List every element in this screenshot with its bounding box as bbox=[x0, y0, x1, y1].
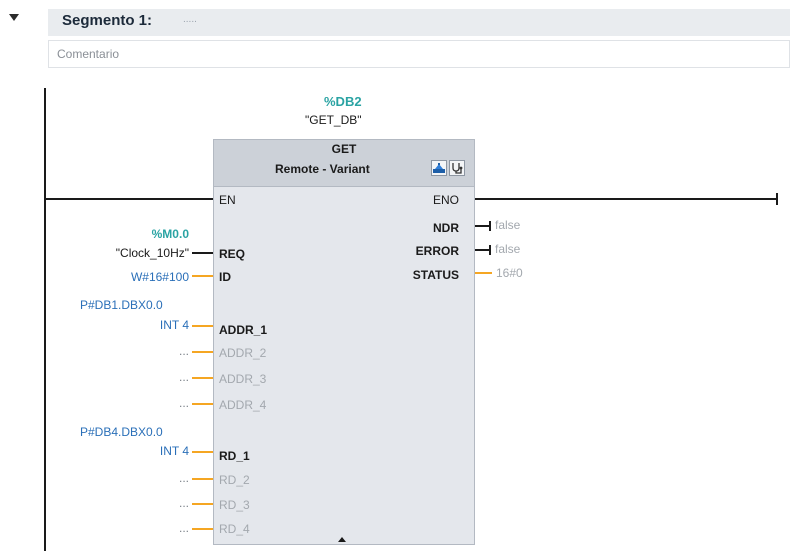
comment-field[interactable] bbox=[48, 40, 790, 68]
instance-db-name[interactable]: "GET_DB" bbox=[305, 113, 362, 127]
config-icon[interactable] bbox=[431, 160, 447, 176]
comment-placeholder: Comentario bbox=[57, 47, 120, 61]
segment-title: Segmento 1: bbox=[62, 12, 153, 29]
error-value[interactable]: false bbox=[495, 242, 520, 256]
error-connector-end bbox=[489, 245, 491, 255]
pin-addr-2[interactable]: ADDR_2 bbox=[219, 346, 266, 360]
pin-eno[interactable]: ENO bbox=[359, 193, 459, 207]
rd-2-operand[interactable]: ... bbox=[150, 471, 189, 485]
addr-4-operand[interactable]: ... bbox=[150, 396, 189, 410]
diagnostics-icon[interactable] bbox=[449, 160, 465, 176]
pin-en[interactable]: EN bbox=[219, 193, 236, 207]
ndr-connector-end bbox=[489, 221, 491, 231]
pin-addr-4[interactable]: ADDR_4 bbox=[219, 398, 266, 412]
right-coil-mark bbox=[776, 193, 778, 205]
eno-wire bbox=[475, 198, 777, 200]
en-wire bbox=[44, 198, 214, 200]
rd-1-pointer[interactable]: P#DB4.DBX0.0 bbox=[80, 425, 163, 439]
block-title: GET bbox=[331, 142, 357, 156]
rd-3-operand[interactable]: ... bbox=[150, 496, 189, 510]
instance-db-address[interactable]: %DB2 bbox=[324, 94, 362, 109]
pin-req[interactable]: REQ bbox=[219, 247, 245, 261]
id-operand[interactable]: W#16#100 bbox=[60, 270, 189, 284]
addr-1-pointer[interactable]: P#DB1.DBX0.0 bbox=[80, 298, 163, 312]
req-operand-name[interactable]: "Clock_10Hz" bbox=[60, 246, 189, 260]
pin-addr-3[interactable]: ADDR_3 bbox=[219, 372, 266, 386]
id-connector bbox=[192, 275, 213, 277]
ndr-value[interactable]: false bbox=[495, 218, 520, 232]
status-connector bbox=[475, 272, 492, 274]
addr-1-connector bbox=[192, 325, 213, 327]
req-operand-address[interactable]: %M0.0 bbox=[100, 227, 189, 241]
block-variant: Remote - Variant bbox=[275, 162, 370, 176]
rd-1-type[interactable]: INT 4 bbox=[100, 444, 189, 458]
rd-2-connector bbox=[192, 478, 213, 480]
pin-error[interactable]: ERROR bbox=[359, 244, 459, 258]
pin-addr-1[interactable]: ADDR_1 bbox=[219, 323, 267, 337]
addr-2-operand[interactable]: ... bbox=[150, 344, 189, 358]
pin-rd-2[interactable]: RD_2 bbox=[219, 473, 250, 487]
pin-rd-1[interactable]: RD_1 bbox=[219, 449, 250, 463]
pin-rd-4[interactable]: RD_4 bbox=[219, 522, 250, 536]
addr-4-connector bbox=[192, 403, 213, 405]
pin-rd-3[interactable]: RD_3 bbox=[219, 498, 250, 512]
addr-1-type[interactable]: INT 4 bbox=[100, 318, 189, 332]
pin-status[interactable]: STATUS bbox=[359, 268, 459, 282]
rd-3-connector bbox=[192, 503, 213, 505]
segment-title-bar[interactable] bbox=[48, 9, 790, 36]
pin-id[interactable]: ID bbox=[219, 270, 231, 284]
req-connector bbox=[192, 252, 213, 254]
addr-3-operand[interactable]: ... bbox=[150, 370, 189, 384]
addr-3-connector bbox=[192, 377, 213, 379]
pin-ndr[interactable]: NDR bbox=[359, 221, 459, 235]
addr-2-connector bbox=[192, 351, 213, 353]
rd-1-connector bbox=[192, 451, 213, 453]
left-power-rail bbox=[44, 88, 46, 551]
expand-pins-icon[interactable] bbox=[338, 537, 346, 542]
rd-4-connector bbox=[192, 528, 213, 530]
collapse-arrow-icon[interactable] bbox=[9, 14, 19, 21]
rd-4-operand[interactable]: ... bbox=[150, 521, 189, 535]
status-value[interactable]: 16#0 bbox=[496, 266, 523, 280]
segment-title-placeholder[interactable]: ..... bbox=[183, 14, 197, 25]
